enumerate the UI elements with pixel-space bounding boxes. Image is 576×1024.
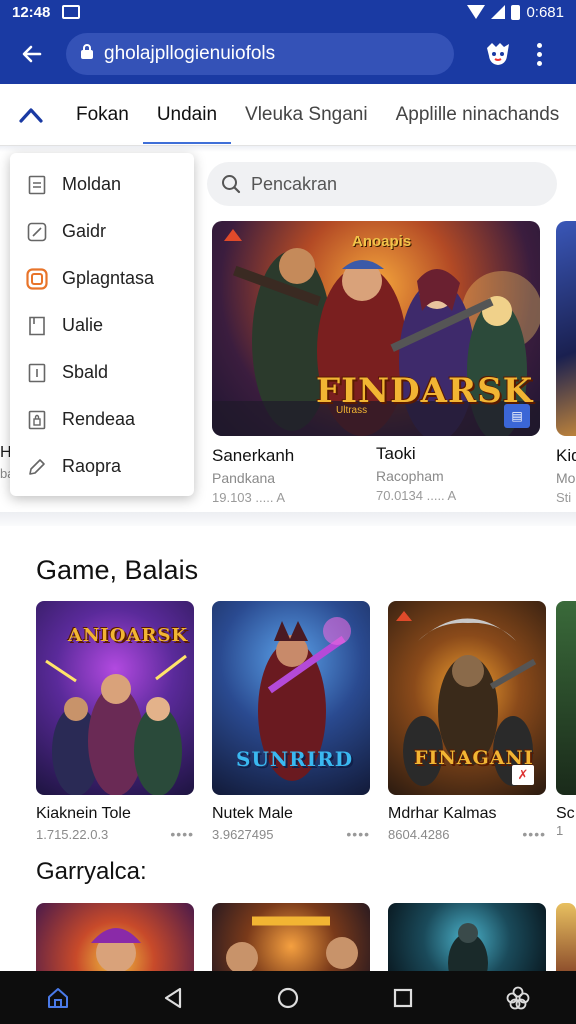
featured-title: Kid [556,446,576,465]
tab-fokan[interactable]: Fokan [62,84,143,146]
game-art-logo: SUNRIRD [236,747,354,771]
menu-item-label: Gplagntasa [62,268,155,288]
notification-icon [62,5,81,19]
tab-bar: Fokan Undain Vleuka Sngani Applille nina… [0,84,576,146]
document-icon [26,174,48,196]
chevron-up-icon[interactable] [0,106,62,124]
search-field[interactable]: Pencakran [207,162,557,206]
menu-item-label: Gaidr [62,221,107,241]
tab-applille[interactable]: Applille ninachands [382,84,574,146]
back-triangle-icon[interactable] [149,974,197,1022]
wifi-icon [467,5,486,19]
featured-game-art: FINDARSK Ultrass Anoapis ▤ [212,221,540,436]
more-dots-icon[interactable]: •••• [170,826,194,842]
featured-card-info[interactable]: Taoki Racopham 70.0134 ..... A [376,444,546,503]
more-dots-icon[interactable]: •••• [522,826,546,842]
tab-vleuka-sngani[interactable]: Vleuka Sngani [231,84,382,146]
game-card[interactable]: SUNRIRD Nutek Male 3.9627495 •••• [212,601,370,842]
profile-icon[interactable] [478,34,518,74]
game-art-thumbnail[interactable] [388,903,546,975]
section-divider [0,512,576,526]
menu-item-label: Sbald [62,362,109,382]
featured-title: Taoki [376,444,416,463]
game-art: FINAGANI ✗ [388,601,546,795]
back-arrow-icon[interactable] [12,34,52,74]
platform-badge-icon: ▤ [504,404,530,428]
home-circle-icon[interactable] [264,974,312,1022]
game-art-thumbnail[interactable] [36,903,194,975]
game-art: ANIOARSK [36,601,194,795]
menu-item-gaidr[interactable]: Gaidr [10,208,194,255]
game-art-thumbnail[interactable] [212,903,370,975]
featured-subtitle: Mo [556,470,576,486]
file-icon [26,362,48,384]
pencil-icon [26,456,48,478]
game-size: 1.715.22.0.3 [36,826,109,842]
game-name: Mdrhar Kalmas [388,805,497,822]
game-art [556,601,576,795]
more-options-icon[interactable] [524,34,554,74]
recents-square-icon[interactable] [379,974,427,1022]
bookmark-icon [26,315,48,337]
locked-file-icon [26,409,48,431]
menu-item-gplagntasa[interactable]: Gplagntasa [10,255,194,302]
game-name: Nutek Male [212,805,293,822]
menu-item-ualie[interactable]: Ualie [10,302,194,349]
featured-subtitle: Racopham [376,468,444,484]
menu-item-label: Rendeaa [62,409,136,429]
menu-item-sbald[interactable]: Sbald [10,349,194,396]
address-text: gholajpllogienuiofols [104,43,276,64]
section-title: Game, Balais [36,555,199,585]
search-icon [222,175,241,194]
edit-box-icon [26,221,48,243]
featured-meta: 70.0134 ..... A [376,488,457,503]
game-card-peek[interactable]: Sc 1 [556,601,576,838]
signal-icon [491,5,506,19]
game-size: 3.9627495 [212,826,274,842]
featured-card-peek[interactable]: Kid Mo Sti [556,221,576,505]
app-grid-icon [26,267,48,290]
game-name: Kiaknein Tole [36,805,131,822]
menu-item-label: Moldan [62,174,122,194]
menu-item-moldan[interactable]: Moldan [10,161,194,208]
featured-banner-tag: Anoapis [352,233,412,250]
menu-item-raopra[interactable]: Raopra [10,443,194,490]
menu-item-rendeaa[interactable]: Rendeaa [10,396,194,443]
settings-flower-icon[interactable] [494,974,542,1022]
browser-toolbar: gholajpllogienuiofols [0,24,576,84]
game-size: 1 [556,823,564,838]
featured-game-art [556,221,576,436]
game-art: SUNRIRD [212,601,370,795]
more-dots-icon[interactable]: •••• [346,826,370,842]
system-nav-bar [0,971,576,1024]
menu-item-label: Ualie [62,315,104,335]
game-art-thumbnail[interactable] [556,903,576,975]
battery-icon [511,4,521,20]
status-bar: 12:48 0:681 [0,0,576,24]
tab-undain[interactable]: Undain [142,84,232,146]
home-icon[interactable] [34,974,82,1022]
game-size: 8604.4286 [388,826,450,842]
game-card[interactable]: FINAGANI ✗ Mdrhar Kalmas 8604.4286 •••• [388,601,546,842]
featured-meta: Sti [556,490,572,505]
status-right-text: 0:681 [526,3,564,21]
search-placeholder: Pencakran [251,173,338,194]
rating-badge-icon: ✗ [512,765,534,785]
game-art-logo: ANIOARSK [68,625,189,646]
section-title: Garryalca: [36,858,147,885]
status-icons: 0:681 [467,4,564,21]
dropdown-menu: Moldan Gaidr Gplagntasa Ualie Sbald Rend… [10,153,194,496]
lock-icon [80,43,94,66]
status-time: 12:48 [12,3,51,21]
game-name: Sc [556,805,575,822]
game-card[interactable]: ANIOARSK Kiaknein Tole 1.715.22.0.3 •••• [36,601,194,842]
featured-art-badge: Ultrass [336,405,368,416]
address-bar[interactable]: gholajpllogienuiofols [66,33,454,75]
tab-bar-shadow [0,146,576,152]
menu-item-label: Raopra [62,456,122,476]
